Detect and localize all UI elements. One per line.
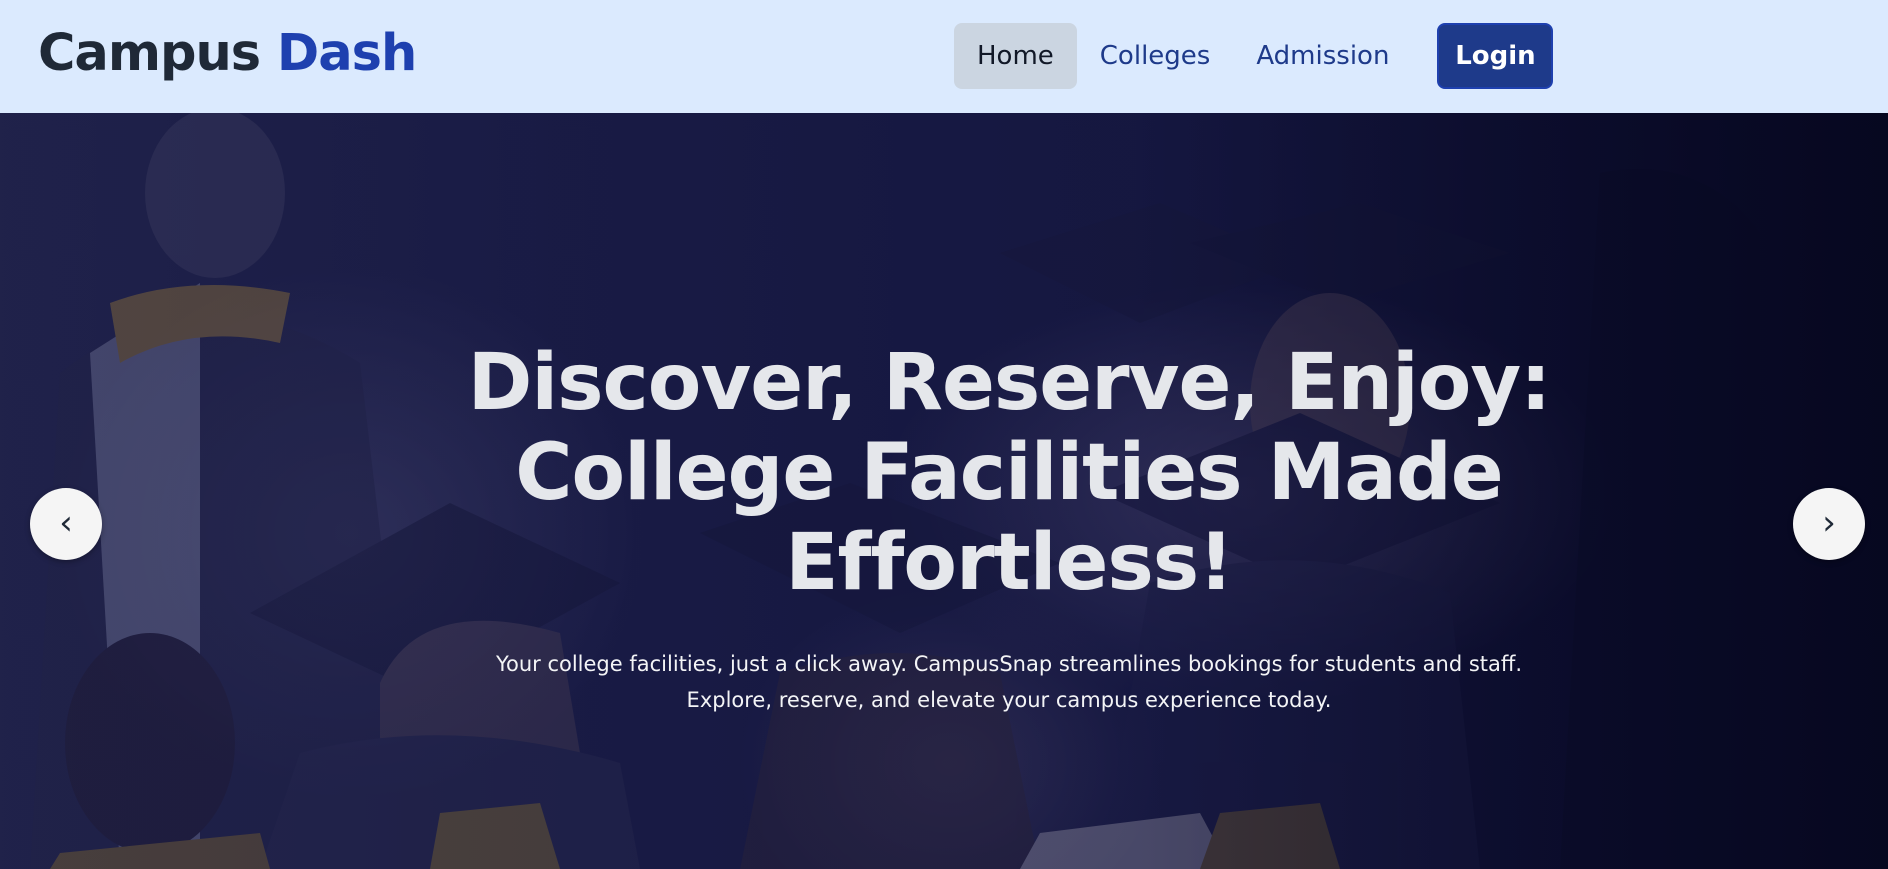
- hero-carousel: Discover, Reserve, Enjoy: College Facili…: [0, 113, 1888, 869]
- chevron-right-icon: ›: [1822, 503, 1836, 543]
- brand-name-primary: Campus: [38, 24, 261, 83]
- hero-subtitle: Your college facilities, just a click aw…: [495, 652, 1523, 712]
- carousel-prev-button[interactable]: ‹: [30, 488, 102, 560]
- carousel-next-button[interactable]: ›: [1793, 488, 1865, 560]
- brand-name-accent: Dash: [276, 24, 417, 83]
- nav-colleges-link[interactable]: Colleges: [1077, 23, 1234, 89]
- login-button[interactable]: Login: [1437, 23, 1554, 89]
- nav-admission-link[interactable]: Admission: [1233, 23, 1412, 89]
- nav-home-link[interactable]: Home: [954, 23, 1077, 89]
- hero-title: Discover, Reserve, Enjoy: College Facili…: [467, 338, 1552, 608]
- brand-logo[interactable]: Campus Dash: [38, 28, 417, 79]
- chevron-left-icon: ‹: [59, 503, 73, 543]
- nav-links: Home Colleges Admission Login: [954, 23, 1554, 89]
- navbar: Campus Dash Home Colleges Admission Logi…: [0, 0, 1888, 113]
